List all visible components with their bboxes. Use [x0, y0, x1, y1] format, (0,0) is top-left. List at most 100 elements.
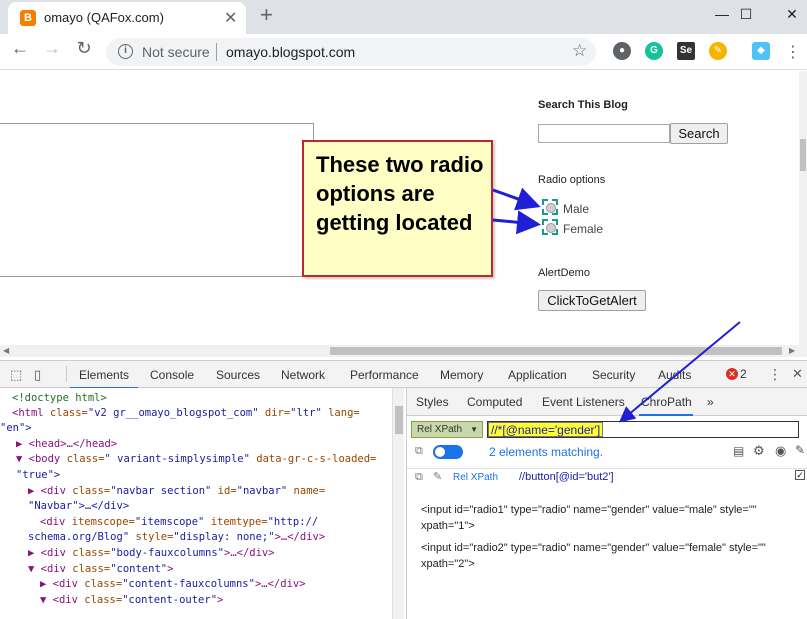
xpath-type-dropdown[interactable]: Rel XPath ▼: [411, 421, 483, 438]
tab-chropath[interactable]: ChroPath: [641, 395, 692, 409]
sidebar-tabs: Styles Computed Event Listeners ChroPath…: [407, 388, 807, 416]
result-1-line-2[interactable]: xpath="1">: [421, 518, 475, 534]
matching-count: 2 elements matching.: [489, 445, 604, 459]
grammarly-extension-icon[interactable]: G: [645, 42, 663, 60]
alert-demo-title: AlertDemo: [538, 267, 590, 279]
dom-line[interactable]: schema.org/Blog" style="display: none;">…: [28, 530, 325, 546]
chropath-extension-icon[interactable]: ✎: [709, 42, 727, 60]
dom-line[interactable]: ▼ <div class="content-outer">: [40, 593, 223, 609]
dom-line[interactable]: ▼ <div class="content">: [28, 562, 173, 578]
highlight-toggle[interactable]: [433, 445, 463, 459]
back-arrow-icon[interactable]: ←: [8, 38, 32, 59]
click-to-get-alert-button[interactable]: ClickToGetAlert: [538, 290, 646, 311]
tab-elements[interactable]: Elements: [79, 368, 129, 382]
tab-network[interactable]: Network: [281, 368, 325, 382]
error-count[interactable]: 2: [740, 367, 747, 381]
xpath-input[interactable]: //*[@name='gender']: [487, 421, 799, 438]
content-frame: [0, 123, 314, 277]
script-icon[interactable]: ▤: [733, 444, 744, 458]
close-window-button[interactable]: ✕: [769, 0, 807, 30]
horizontal-scroll-thumb[interactable]: [330, 347, 782, 355]
page-horizontal-scrollbar[interactable]: ◀ ▶: [0, 345, 807, 357]
copy-icon[interactable]: ⧉: [415, 445, 423, 458]
devtools-menu-icon[interactable]: ⋮: [768, 366, 782, 383]
page-scroll-thumb[interactable]: [800, 139, 806, 171]
inspect-element-icon[interactable]: ⬚: [10, 367, 22, 383]
settings-gear-icon[interactable]: ⚙: [753, 443, 765, 459]
page-vertical-scrollbar[interactable]: [799, 71, 807, 345]
checkbox-icon[interactable]: ✓: [795, 470, 805, 480]
radio-female-label: Female: [563, 222, 604, 236]
error-icon[interactable]: ✕: [726, 368, 738, 380]
dom-line[interactable]: ▶ <head>…</head>: [16, 437, 117, 453]
address-bar[interactable]: i Not secure omayo.blogspot.com ☆: [106, 38, 596, 66]
new-tab-button[interactable]: +: [260, 2, 273, 28]
extension-record-icon[interactable]: ●: [613, 42, 631, 60]
xpath-row: Rel XPath ▼ //*[@name='gender']: [407, 418, 807, 442]
tab-sources[interactable]: Sources: [216, 368, 260, 382]
bookmark-star-icon[interactable]: ☆: [572, 41, 587, 61]
radio-male-highlight[interactable]: [542, 199, 558, 215]
chrome-menu-icon[interactable]: ⋮: [785, 42, 801, 62]
tab-event-listeners[interactable]: Event Listeners: [542, 395, 625, 409]
result-2-line-2[interactable]: xpath="2">: [421, 556, 475, 572]
reload-icon[interactable]: ↻: [72, 38, 96, 59]
tab-memory[interactable]: Memory: [440, 368, 483, 382]
radio-male[interactable]: [546, 203, 556, 213]
tab-performance[interactable]: Performance: [350, 368, 419, 382]
radio-options-title: Radio options: [538, 174, 606, 186]
tab-audits[interactable]: Audits: [658, 368, 691, 382]
tab-computed[interactable]: Computed: [467, 395, 522, 409]
dom-line[interactable]: <!doctype html>: [12, 391, 107, 407]
dom-line[interactable]: <div itemscope="itemscope" itemtype="htt…: [40, 515, 318, 531]
dom-line[interactable]: "true">: [16, 468, 60, 484]
rel-xpath-value[interactable]: //button[@id='but2']: [519, 471, 614, 483]
more-tabs-icon[interactable]: »: [707, 395, 714, 409]
dom-line[interactable]: ▼ <body class=" variant-simplysimple" da…: [16, 452, 376, 468]
selenium-extension-icon[interactable]: Se: [677, 42, 695, 60]
record-icon[interactable]: ◉: [775, 443, 786, 459]
extension-diamond-icon[interactable]: ◆: [752, 42, 770, 60]
toggle-knob: [435, 447, 445, 457]
url-divider: [216, 43, 217, 61]
radio-female-highlight[interactable]: [542, 219, 558, 235]
tab-styles[interactable]: Styles: [416, 395, 449, 409]
result-1-line-1[interactable]: <input id="radio1" type="radio" name="ge…: [421, 502, 757, 518]
edit-icon[interactable]: ✎: [433, 470, 442, 483]
search-input[interactable]: [538, 124, 670, 143]
radio-male-label: Male: [563, 202, 590, 216]
device-toolbar-icon[interactable]: ▯: [34, 367, 41, 383]
tab-title: omayo (QAFox.com): [44, 10, 164, 25]
tab-application[interactable]: Application: [508, 368, 567, 382]
tab-divider: [66, 366, 67, 382]
scroll-left-icon[interactable]: ◀: [3, 346, 9, 355]
dom-line[interactable]: ▶ <div class="body-fauxcolumns">…</div>: [28, 546, 275, 562]
not-secure-label: Not secure: [142, 44, 210, 60]
tab-close-icon[interactable]: ✕: [224, 8, 237, 28]
dom-line[interactable]: ▶ <div class="navbar section" id="navbar…: [28, 484, 325, 500]
elements-scroll-thumb[interactable]: [395, 406, 403, 434]
tab-security[interactable]: Security: [592, 368, 635, 382]
info-icon[interactable]: i: [118, 44, 133, 59]
scroll-right-icon[interactable]: ▶: [789, 346, 795, 355]
maximize-button[interactable]: ☐: [723, 0, 769, 30]
active-sidebar-tab-indicator: [639, 414, 693, 416]
search-button[interactable]: Search: [670, 123, 728, 144]
radio-female[interactable]: [546, 223, 556, 233]
divider: [407, 468, 807, 469]
dom-line[interactable]: "en">: [0, 421, 32, 437]
dom-line[interactable]: <html class="v2 gr__omayo_blogspot_com" …: [12, 406, 360, 422]
dom-line[interactable]: ▶ <div class="content-fauxcolumns">…</di…: [40, 577, 306, 593]
devtools-close-icon[interactable]: ✕: [792, 366, 803, 382]
chropath-logo-icon[interactable]: ✎: [795, 443, 805, 457]
annotation-callout: These two radio options are getting loca…: [302, 140, 493, 277]
copy-rel-xpath-icon[interactable]: ⧉: [415, 471, 423, 484]
search-widget-title: Search This Blog: [538, 99, 628, 111]
dom-line[interactable]: "Navbar">…</div>: [28, 499, 129, 515]
forward-arrow-icon[interactable]: →: [40, 38, 64, 59]
tab-console[interactable]: Console: [150, 368, 194, 382]
result-2-line-1[interactable]: <input id="radio2" type="radio" name="ge…: [421, 540, 766, 556]
elements-scrollbar[interactable]: [392, 388, 404, 619]
browser-tab[interactable]: B omayo (QAFox.com) ✕: [8, 2, 246, 34]
url-text[interactable]: omayo.blogspot.com: [226, 44, 355, 60]
